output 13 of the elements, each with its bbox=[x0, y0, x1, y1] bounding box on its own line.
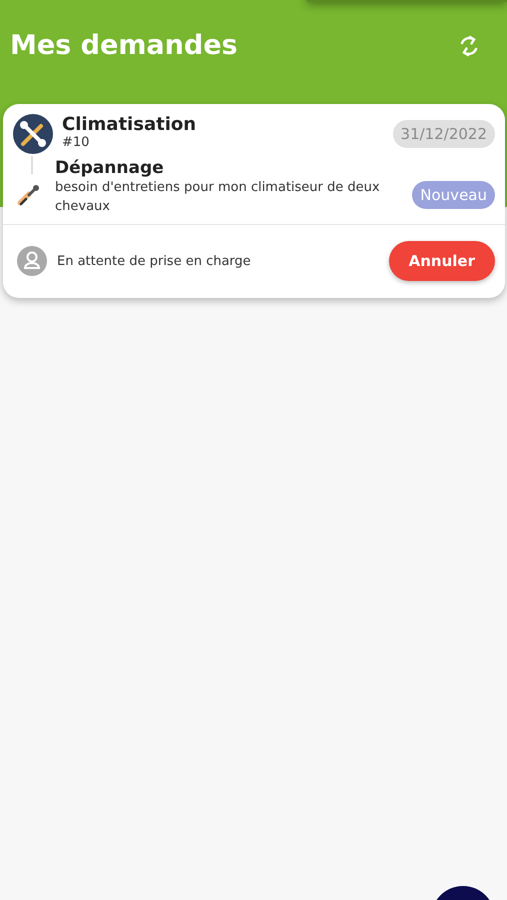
page-title: Mes demandes bbox=[10, 30, 238, 61]
cancel-button[interactable]: Annuler bbox=[388, 241, 495, 281]
request-card[interactable]: Climatisation #10 31/12/2022 Dépannage besoin d'entretiens pour mon climatiseur de deux chevaux Nouveau En attente de prise en charge Annuler bbox=[3, 104, 505, 298]
service-name: Dépannage bbox=[55, 158, 165, 178]
wrench-icon bbox=[17, 183, 41, 207]
category-name: Climatisation bbox=[62, 114, 198, 135]
tools-icon bbox=[13, 114, 53, 154]
request-number: #10 bbox=[62, 135, 90, 150]
status-text: En attente de prise en charge bbox=[57, 254, 252, 268]
date-label: 31/12/2022 bbox=[392, 120, 495, 148]
status-badge: Nouveau bbox=[412, 181, 495, 209]
user-icon bbox=[17, 246, 47, 276]
request-description: besoin d'entretiens pour mon climatiseur de deux chevaux bbox=[55, 179, 380, 216]
